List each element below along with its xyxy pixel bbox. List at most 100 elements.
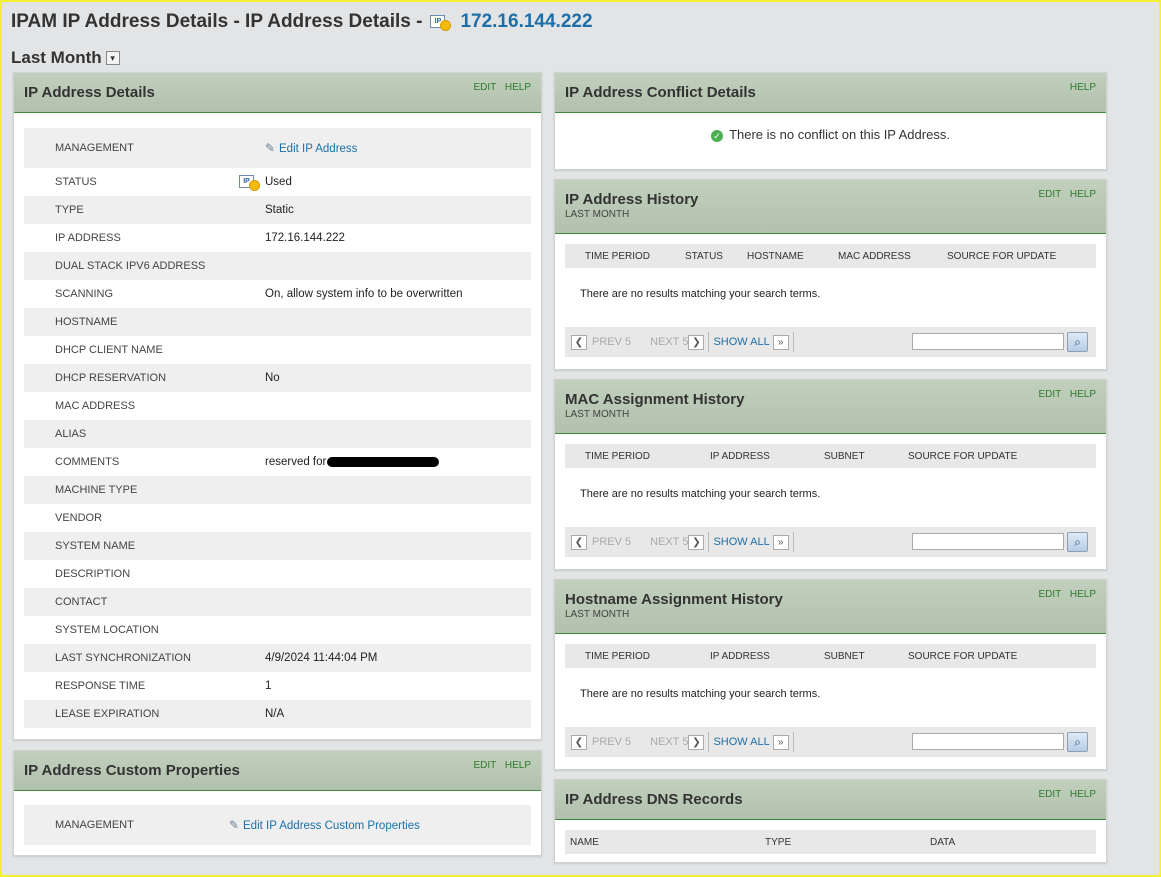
detail-row: IP ADDRESS 172.16.144.222 — [24, 224, 531, 252]
column-header[interactable]: IP ADDRESS — [710, 651, 770, 662]
table-header: NAME TYPE DATA — [565, 830, 1096, 854]
column-header[interactable]: TIME PERIOD — [585, 251, 650, 262]
pencil-icon: ✎ — [229, 818, 240, 832]
management-row: MANAGEMENT ✎ Edit IP Address — [24, 128, 531, 168]
row-label: DESCRIPTION — [55, 568, 131, 580]
column-header[interactable]: MAC ADDRESS — [838, 251, 911, 262]
row-label: LAST SYNCHRONIZATION — [55, 652, 191, 664]
ip-status-icon: IP — [430, 14, 452, 31]
column-header[interactable]: SOURCE FOR UPDATE — [947, 251, 1056, 262]
show-all-button[interactable]: SHOW ALL — [713, 736, 769, 748]
detail-row: RESPONSE TIME 1 — [24, 672, 531, 700]
edit-link[interactable]: EDIT — [473, 82, 496, 93]
panel-header: Hostname Assignment History LAST MONTH E… — [555, 580, 1106, 634]
search-input[interactable] — [912, 333, 1064, 350]
show-all-button[interactable]: SHOW ALL — [713, 336, 769, 348]
detail-row: LEASE EXPIRATION N/A — [24, 700, 531, 728]
column-header[interactable]: TIME PERIOD — [585, 451, 650, 462]
column-header[interactable]: NAME — [570, 837, 599, 848]
double-chevron-icon[interactable]: » — [772, 534, 789, 550]
panel-title: IP Address Conflict Details — [565, 84, 756, 101]
panel-header: MAC Assignment History LAST MONTH EDIT H… — [555, 380, 1106, 434]
help-link[interactable]: HELP — [1070, 589, 1096, 600]
help-link[interactable]: HELP — [1070, 389, 1096, 400]
show-all-button[interactable]: SHOW ALL — [713, 536, 769, 548]
custom-properties-panel: IP Address Custom Properties EDIT HELP M… — [13, 750, 542, 856]
row-label: IP ADDRESS — [55, 232, 121, 244]
search-icon[interactable]: ⌕ — [1067, 532, 1088, 552]
panel-title: IP Address Details — [24, 84, 155, 101]
row-value: 4/9/2024 11:44:04 PM — [265, 652, 378, 664]
prev-arrow-icon[interactable]: ❮ — [571, 534, 587, 550]
column-header[interactable]: TYPE — [765, 837, 791, 848]
double-chevron-icon[interactable]: » — [772, 334, 789, 350]
empty-message: There are no results matching your searc… — [580, 288, 821, 300]
detail-row: COMMENTS reserved for — [24, 448, 531, 476]
edit-link[interactable]: EDIT — [473, 760, 496, 771]
row-label: MACHINE TYPE — [55, 484, 138, 496]
conflict-message: ✓ There is no conflict on this IP Address… — [555, 113, 1106, 142]
column-header[interactable]: IP ADDRESS — [710, 451, 770, 462]
period-selector[interactable]: Last Month ▾ — [11, 48, 120, 68]
help-link[interactable]: HELP — [1070, 789, 1096, 800]
column-header[interactable]: HOSTNAME — [747, 251, 804, 262]
next-button[interactable]: NEXT 5 — [650, 336, 688, 348]
row-label: SYSTEM LOCATION — [55, 624, 159, 636]
prev-arrow-icon[interactable]: ❮ — [571, 334, 587, 350]
search-icon[interactable]: ⌕ — [1067, 732, 1088, 752]
panel-title: Hostname Assignment History — [565, 591, 783, 608]
search-input[interactable] — [912, 533, 1064, 550]
mac-assignment-history-panel: MAC Assignment History LAST MONTH EDIT H… — [554, 379, 1107, 570]
row-label: MANAGEMENT — [55, 142, 134, 154]
row-value: N/A — [265, 708, 285, 720]
search-input[interactable] — [912, 733, 1064, 750]
help-link[interactable]: HELP — [1070, 82, 1096, 93]
detail-row: DHCP RESERVATION No — [24, 364, 531, 392]
next-button[interactable]: NEXT 5 — [650, 736, 688, 748]
empty-message: There are no results matching your searc… — [580, 488, 821, 500]
panel-header: IP Address DNS Records EDIT HELP — [555, 780, 1106, 820]
ip-address-details-panel: IP Address Details EDIT HELP MANAGEMENT … — [13, 72, 542, 740]
column-header[interactable]: SUBNET — [824, 451, 865, 462]
column-header[interactable]: SOURCE FOR UPDATE — [908, 451, 1017, 462]
column-header[interactable]: SUBNET — [824, 651, 865, 662]
hostname-assignment-history-panel: Hostname Assignment History LAST MONTH E… — [554, 579, 1107, 770]
help-link[interactable]: HELP — [505, 82, 531, 93]
detail-row: TYPE Static — [24, 196, 531, 224]
detail-row: SYSTEM LOCATION — [24, 616, 531, 644]
column-header[interactable]: DATA — [930, 837, 955, 848]
column-header[interactable]: TIME PERIOD — [585, 651, 650, 662]
help-link[interactable]: HELP — [505, 760, 531, 771]
row-label: DHCP CLIENT NAME — [55, 344, 163, 356]
next-arrow-icon[interactable]: ❯ — [688, 534, 705, 550]
row-label: MAC ADDRESS — [55, 400, 136, 412]
edit-custom-properties-link[interactable]: Edit IP Address Custom Properties — [243, 820, 420, 832]
row-value: No — [265, 372, 280, 384]
search-icon[interactable]: ⌕ — [1067, 332, 1088, 352]
table-header: TIME PERIOD IP ADDRESS SUBNET SOURCE FOR… — [565, 644, 1096, 668]
management-row: MANAGEMENT ✎ Edit IP Address Custom Prope… — [24, 805, 531, 845]
detail-row: SCANNING On, allow system info to be over… — [24, 280, 531, 308]
row-label: DHCP RESERVATION — [55, 372, 167, 384]
next-arrow-icon[interactable]: ❯ — [688, 334, 705, 350]
column-header[interactable]: STATUS — [685, 251, 723, 262]
prev-button[interactable]: PREV 5 — [592, 336, 631, 348]
edit-link[interactable]: EDIT — [1038, 189, 1061, 200]
edit-link[interactable]: EDIT — [1038, 389, 1061, 400]
prev-button[interactable]: PREV 5 — [592, 536, 631, 548]
column-header[interactable]: SOURCE FOR UPDATE — [908, 651, 1017, 662]
chevron-down-icon[interactable]: ▾ — [105, 51, 120, 65]
pager: ❮ PREV 5 NEXT 5 ❯ SHOW ALL » ⌕ — [565, 327, 1096, 357]
prev-arrow-icon[interactable]: ❮ — [571, 734, 587, 750]
double-chevron-icon[interactable]: » — [772, 734, 789, 750]
row-label: SYSTEM NAME — [55, 540, 136, 552]
redacted-text — [327, 456, 440, 467]
next-button[interactable]: NEXT 5 — [650, 536, 688, 548]
edit-link[interactable]: EDIT — [1038, 589, 1061, 600]
edit-link[interactable]: EDIT — [1038, 789, 1061, 800]
prev-button[interactable]: PREV 5 — [592, 736, 631, 748]
help-link[interactable]: HELP — [1070, 189, 1096, 200]
edit-ip-address-link[interactable]: Edit IP Address — [279, 143, 357, 155]
next-arrow-icon[interactable]: ❯ — [688, 734, 705, 750]
ip-address-link[interactable]: 172.16.144.222 — [460, 11, 592, 33]
